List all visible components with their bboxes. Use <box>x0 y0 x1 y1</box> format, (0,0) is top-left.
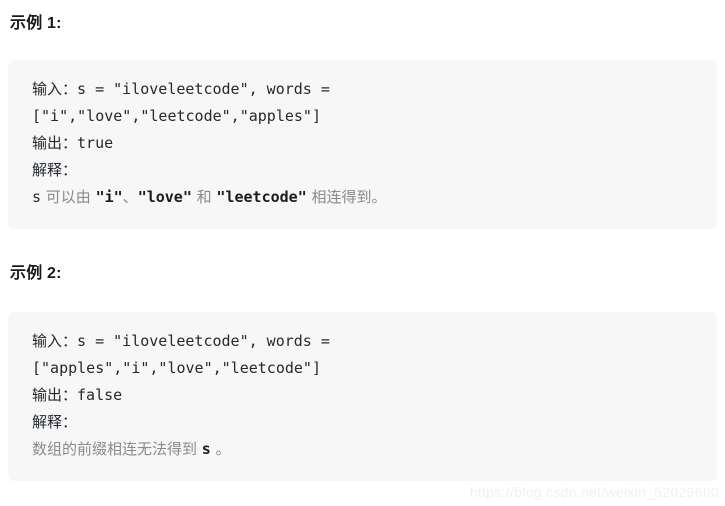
explanation-separator: 、 <box>122 188 138 206</box>
explanation-token-s: s <box>201 440 211 458</box>
example-2-explanation-label-line: 解释： <box>32 409 693 436</box>
example-1-input-label: 输入： <box>32 80 78 98</box>
example-2-input-line-1: 输入：s = "iloveleetcode", words = <box>32 328 693 355</box>
explanation-token-leetcode: "leetcode" <box>216 188 307 206</box>
example-1-explanation-label-line: 解释： <box>32 157 693 184</box>
example-2-input-line-2: ["apples","i","love","leetcode"] <box>32 359 321 377</box>
example-1-input-line-2: ["i","love","leetcode","apples"] <box>32 107 321 125</box>
explanation-tail: 相连得到。 <box>306 188 387 206</box>
example-1-explanation-label: 解释： <box>32 161 78 179</box>
example-2-heading: 示例 2: <box>10 265 62 282</box>
csdn-watermark: https://blog.csdn.net/weixin_52029600 <box>469 484 719 500</box>
example-2-explanation-label: 解释： <box>32 413 78 431</box>
example-1-output-value: true <box>77 134 114 152</box>
example-2-output-value: false <box>77 386 123 404</box>
explanation-tail: 。 <box>210 440 231 458</box>
example-1-output-label: 输出： <box>32 134 78 152</box>
example-1-explanation-text: s 可以由 "i"、"love" 和 "leetcode" 相连得到。 <box>32 184 693 211</box>
example-1-heading: 示例 1: <box>10 15 62 32</box>
explanation-token-i: "i" <box>95 188 123 206</box>
explanation-text-segment: 可以由 <box>41 188 96 206</box>
article-page: 示例 1: 输入：s = "iloveleetcode", words = ["… <box>0 0 725 506</box>
explanation-token-love: "love" <box>137 188 192 206</box>
example-2-output-label: 输出： <box>32 386 78 404</box>
example-2-explanation-text: 数组的前缀相连无法得到 s 。 <box>32 436 693 463</box>
example-2-input-label: 输入： <box>32 332 78 350</box>
example-1-code-block: 输入：s = "iloveleetcode", words = ["i","lo… <box>8 60 717 229</box>
example-2-input-value-1: s = "iloveleetcode", words = <box>77 332 330 350</box>
explanation-text-segment: 数组的前缀相连无法得到 <box>32 440 202 458</box>
explanation-token-s: s <box>32 188 42 206</box>
example-1-input-line-1: 输入：s = "iloveleetcode", words = <box>32 76 693 103</box>
example-2-code-block: 输入：s = "iloveleetcode", words = ["apples… <box>8 312 717 481</box>
example-1-output-line: 输出：true <box>32 130 693 157</box>
example-1-input-value-1: s = "iloveleetcode", words = <box>77 80 330 98</box>
example-2-output-line: 输出：false <box>32 382 693 409</box>
explanation-conjunction: 和 <box>191 188 217 206</box>
